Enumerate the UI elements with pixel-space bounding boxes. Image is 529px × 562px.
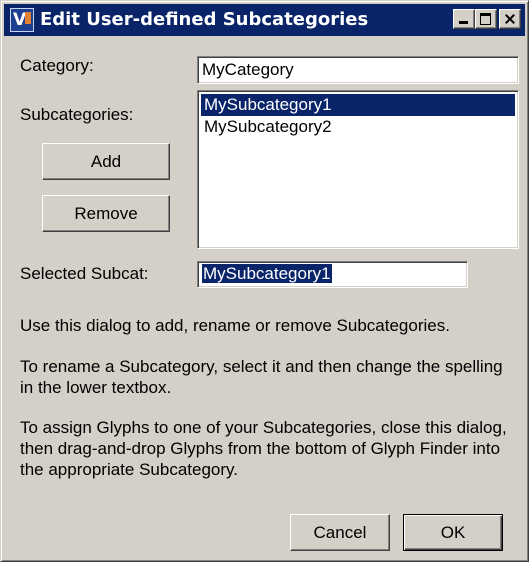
list-item-subcategory-1[interactable]: MySubcategory1	[201, 94, 515, 116]
subcategories-label: Subcategories:	[20, 105, 134, 124]
help-text-3: To assign Glyphs to one of your Subcateg…	[20, 418, 507, 479]
subcategory-list[interactable]: MySubcategory1 MySubcategory2	[197, 90, 519, 249]
dialog-window: V Edit User-defined Subcategories Catego…	[0, 0, 529, 562]
selected-subcat-value: MySubcategory1	[202, 264, 332, 283]
add-button[interactable]: Add	[42, 143, 170, 180]
close-icon[interactable]	[499, 9, 521, 29]
selected-subcat-label: Selected Subcat:	[20, 264, 149, 283]
title-bar[interactable]: V Edit User-defined Subcategories	[4, 4, 525, 36]
help-text-1: Use this dialog to add, rename or remove…	[20, 316, 450, 335]
window-title: Edit User-defined Subcategories	[40, 9, 369, 30]
app-icon[interactable]: V	[10, 8, 34, 32]
selected-subcat-input[interactable]: MySubcategory1	[197, 261, 468, 288]
minimize-icon[interactable]	[453, 9, 475, 29]
category-label: Category:	[20, 56, 94, 75]
help-text-2: To rename a Subcategory, select it and t…	[20, 357, 503, 397]
ok-button[interactable]: OK	[403, 514, 503, 551]
list-item-subcategory-2[interactable]: MySubcategory2	[201, 116, 515, 138]
category-input[interactable]	[197, 56, 519, 84]
cancel-button[interactable]: Cancel	[290, 514, 390, 551]
remove-button[interactable]: Remove	[42, 195, 170, 232]
maximize-icon[interactable]	[475, 9, 497, 29]
